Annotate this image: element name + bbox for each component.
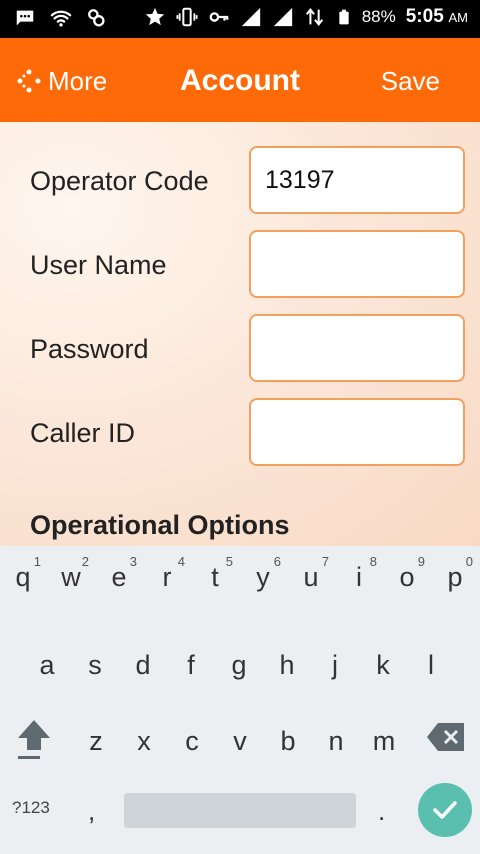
app-header: More Account Save [0,38,480,122]
star-icon [145,7,164,26]
more-label: More [48,65,108,96]
letter-key-l[interactable]: l [407,636,455,696]
key-label: m [372,726,396,756]
shift-icon [18,720,50,759]
user-name-row: User Name [0,230,480,298]
link-icon [88,9,105,27]
key-label: a [39,650,55,680]
password-input[interactable] [249,314,465,382]
key-hint: 8 [369,554,377,569]
key-label: s [88,650,102,680]
key-label: d [135,650,151,680]
letter-key-k[interactable]: k [359,636,407,696]
letter-key-w[interactable]: w2 [47,548,95,608]
key-hint: 3 [129,554,137,569]
key-hint: 4 [177,554,185,569]
letter-key-a[interactable]: a [23,636,71,696]
operational-options-heading: Operational Options [30,510,290,540]
signal-icon [273,7,292,27]
letter-key-n[interactable]: n [312,712,360,772]
signal-icon [241,7,260,27]
comma-key[interactable]: , [88,796,95,827]
key-label: v [233,726,247,756]
clock-time: 5:05 [405,6,444,27]
more-icon [17,69,41,93]
key-label: k [376,650,390,680]
key-label: z [89,726,103,756]
shift-key[interactable] [12,716,56,764]
symbols-key[interactable]: ?123 [12,798,50,818]
letter-key-i[interactable]: i8 [335,548,383,608]
letter-key-f[interactable]: f [167,636,215,696]
letter-key-q[interactable]: q1 [0,548,47,608]
letter-key-x[interactable]: x [120,712,168,772]
status-bar: 88% 5:05 AM [0,0,480,38]
message-icon [16,10,34,26]
key-hint: 0 [465,554,473,569]
save-button[interactable]: Save [381,66,440,97]
caller-id-label: Caller ID [30,418,136,448]
done-key[interactable] [418,783,472,837]
letter-key-c[interactable]: c [168,712,216,772]
letter-key-s[interactable]: s [71,636,119,696]
key-icon [209,12,229,22]
letter-key-m[interactable]: m [360,712,408,772]
key-hint: 5 [225,554,233,569]
checkmark-icon [433,801,457,819]
letter-key-g[interactable]: g [215,636,263,696]
password-label: Password [30,334,149,364]
wifi-icon [50,10,72,27]
key-hint: 2 [81,554,89,569]
battery-percent: 88% [361,7,396,26]
clock: 5:05 AM [406,6,468,28]
caller-id-row: Caller ID [0,398,480,466]
user-name-label: User Name [30,250,167,280]
period-key[interactable]: . [378,796,385,827]
letter-key-t[interactable]: t5 [191,548,239,608]
key-hint: 7 [321,554,329,569]
more-button[interactable]: More [14,64,107,98]
letter-key-h[interactable]: h [263,636,311,696]
password-row: Password [0,314,480,382]
soft-keyboard: q1w2e3r4t5y6u7i8o9p0 a s d f g h j k l z x c v b nm ?… [0,546,480,854]
key-label: j [332,650,338,680]
key-label: b [280,726,296,756]
letter-key-r[interactable]: r4 [143,548,191,608]
letter-key-d[interactable]: d [119,636,167,696]
key-label: h [279,650,295,680]
user-name-input[interactable] [249,230,465,298]
clock-ampm: AM [448,10,469,25]
letter-key-p[interactable]: p0 [431,548,479,608]
letter-key-v[interactable]: v [216,712,264,772]
key-hint: 9 [417,554,425,569]
letter-key-o[interactable]: o9 [383,548,431,608]
operator-code-row: Operator Code [0,146,480,214]
key-hint: 6 [273,554,281,569]
space-key[interactable] [124,793,356,828]
battery-icon [339,9,349,25]
key-label: g [231,650,247,680]
account-form: Operator Code User Name Password Caller … [0,122,480,546]
backspace-icon [427,723,464,751]
data-transfer-icon [305,8,323,26]
key-label: c [185,726,199,756]
key-hint: 1 [33,554,41,569]
caller-id-input[interactable] [249,398,465,466]
operator-code-input[interactable] [249,146,465,214]
key-label: n [328,726,344,756]
letter-key-j[interactable]: j [311,636,359,696]
key-label: l [428,650,434,680]
letter-key-b[interactable]: b [264,712,312,772]
vibrate-icon [176,7,198,27]
operator-code-label: Operator Code [30,166,209,196]
letter-key-z[interactable]: z [72,712,120,772]
key-label: x [137,726,151,756]
backspace-key[interactable] [426,721,466,753]
letter-key-u[interactable]: u7 [287,548,335,608]
letter-key-y[interactable]: y6 [239,548,287,608]
key-label: f [187,650,195,680]
letter-key-e[interactable]: e3 [95,548,143,608]
